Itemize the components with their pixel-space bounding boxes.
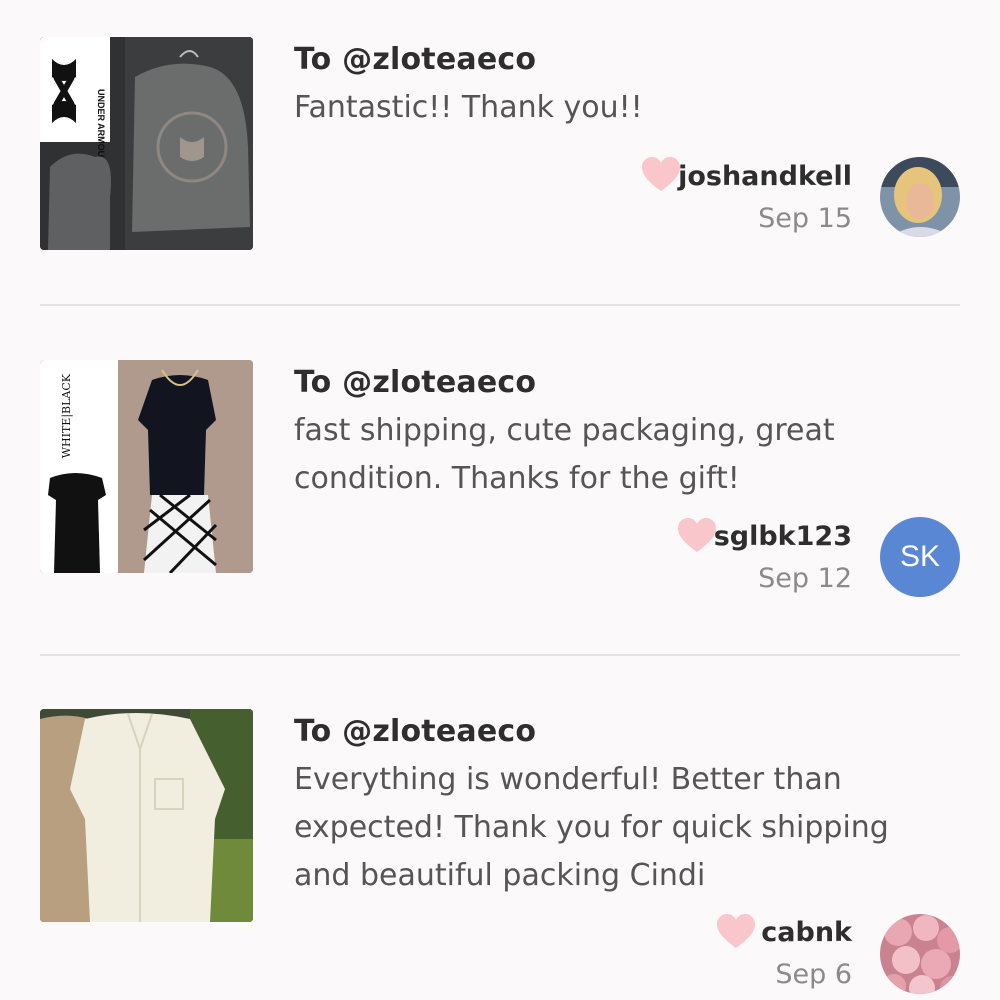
note-message: Everything is wonderful! Better than exp… (294, 762, 889, 893)
heart-icon[interactable] (677, 518, 717, 554)
note-author[interactable]: joshandkell (678, 161, 852, 192)
note-recipient[interactable]: To @zloteaeco (294, 714, 536, 749)
listing-thumbnail[interactable]: UNDER ARMOUR (40, 37, 253, 250)
heart-icon[interactable] (641, 157, 681, 193)
love-note-3: To @zloteaeco Everything is wonderful! B… (0, 656, 1000, 1000)
author-avatar[interactable] (880, 157, 960, 237)
note-date: Sep 12 (758, 563, 852, 594)
love-note-2: WHITE|BLACK To @zloteaeco fast shipping,… (0, 306, 1000, 656)
note-date: Sep 15 (758, 203, 852, 234)
note-recipient[interactable]: To @zloteaeco (294, 365, 536, 400)
note-recipient[interactable]: To @zloteaeco (294, 42, 536, 77)
love-notes-feed: UNDER ARMOUR To @zloteaeco Fantastic!! T… (0, 0, 1000, 1000)
author-avatar[interactable] (880, 914, 960, 994)
listing-thumbnail[interactable]: WHITE|BLACK (40, 360, 253, 573)
thumb-brand-text: UNDER ARMOUR (96, 89, 106, 164)
love-note-1: UNDER ARMOUR To @zloteaeco Fantastic!! T… (0, 0, 1000, 300)
note-author[interactable]: cabnk (761, 917, 852, 948)
listing-thumbnail[interactable] (40, 709, 253, 922)
thumb-brand-text: WHITE|BLACK (60, 373, 74, 458)
heart-icon[interactable] (716, 914, 756, 950)
note-message: Fantastic!! Thank you!! (294, 90, 643, 125)
author-avatar[interactable]: SK (880, 517, 960, 597)
note-message: fast shipping, cute packaging, great con… (294, 413, 835, 496)
note-date: Sep 6 (775, 959, 852, 990)
note-author[interactable]: sglbk123 (714, 521, 852, 552)
